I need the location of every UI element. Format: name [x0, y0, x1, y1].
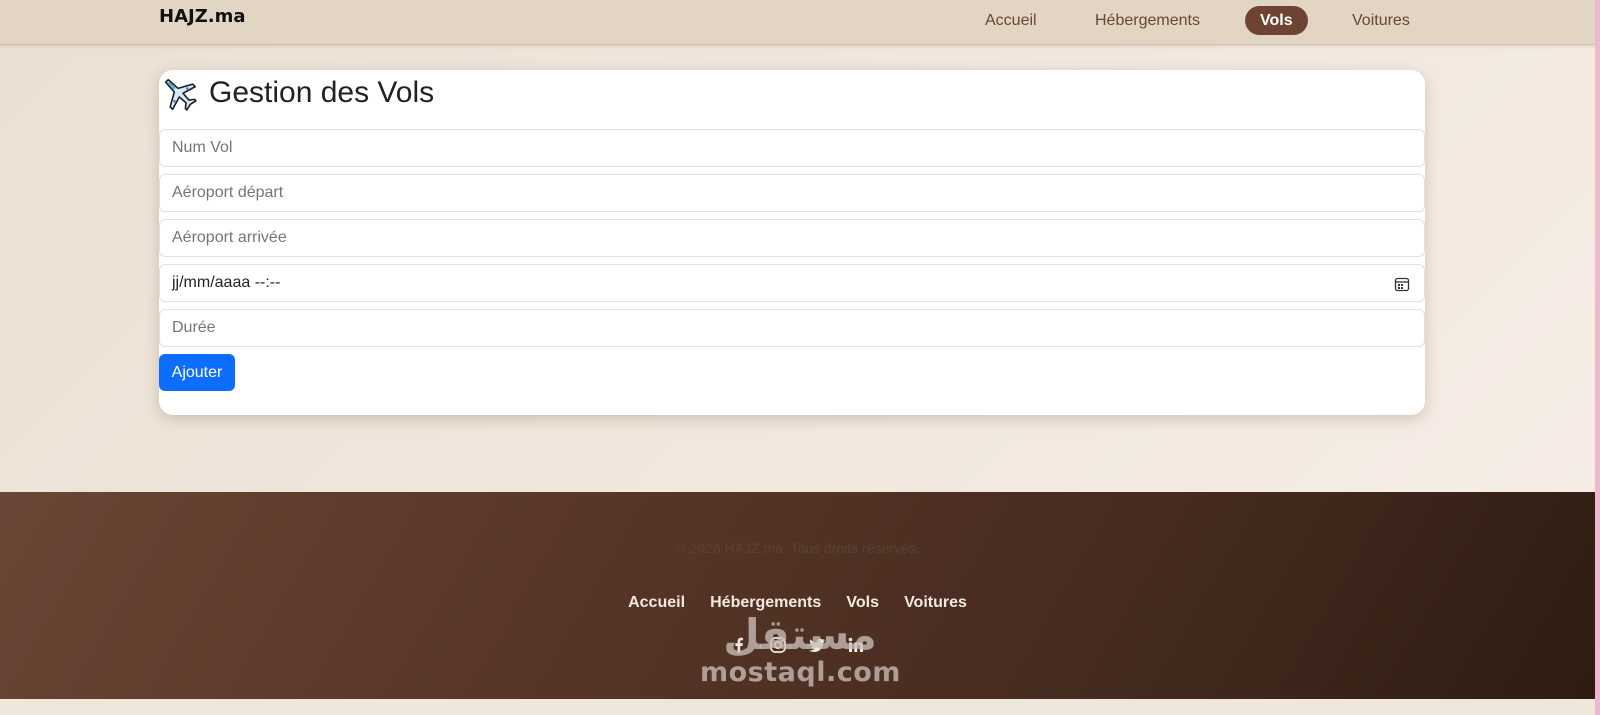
nav-link-voitures[interactable]: Voitures: [1337, 6, 1425, 35]
social-links: [0, 634, 1595, 654]
footer-link-accueil[interactable]: Accueil: [628, 594, 685, 612]
aeroport-arrivee-input[interactable]: [159, 219, 1425, 257]
footer-link-vols[interactable]: Vols: [846, 594, 879, 612]
nav-link-vols[interactable]: Vols: [1245, 6, 1308, 35]
calendar-icon[interactable]: [1394, 276, 1410, 292]
aeroport-depart-input[interactable]: [159, 174, 1425, 212]
add-button[interactable]: Ajouter: [159, 354, 235, 391]
page-title: Gestion des Vols: [209, 76, 435, 109]
facebook-icon[interactable]: [730, 636, 748, 654]
card-header: Gestion des Vols: [159, 73, 434, 113]
date-time-value: jj/mm/aaaa --:--: [172, 274, 281, 291]
flight-form-card: Gestion des Vols jj/mm/aaaa --:-- Ajoute…: [159, 70, 1425, 415]
linkedin-icon[interactable]: [847, 636, 865, 654]
twitter-icon[interactable]: [808, 636, 826, 654]
footer: © 2026 HAJZ.ma. Tous droits réservés. Ac…: [0, 492, 1595, 699]
num-vol-input[interactable]: [159, 129, 1425, 167]
airplane-icon: [164, 78, 197, 111]
page-bottom-edge: [0, 699, 1595, 715]
footer-link-voitures[interactable]: Voitures: [904, 594, 967, 612]
scrollbar[interactable]: [1595, 0, 1600, 715]
copyright-text: © 2026 HAJZ.ma. Tous droits réservés.: [675, 540, 920, 556]
duree-input[interactable]: [159, 309, 1425, 347]
footer-nav: Accueil Hébergements Vols Voitures: [0, 592, 1595, 612]
footer-link-hebergements[interactable]: Hébergements: [710, 594, 821, 612]
brand-logo[interactable]: HAJZ.ma: [159, 6, 245, 27]
date-time-input[interactable]: jj/mm/aaaa --:--: [159, 264, 1425, 302]
nav-link-accueil[interactable]: Accueil: [970, 6, 1052, 35]
instagram-icon[interactable]: [769, 636, 787, 654]
top-navbar: HAJZ.ma Accueil Hébergements Vols Voitur…: [0, 0, 1595, 45]
nav-link-hebergements[interactable]: Hébergements: [1080, 6, 1215, 35]
